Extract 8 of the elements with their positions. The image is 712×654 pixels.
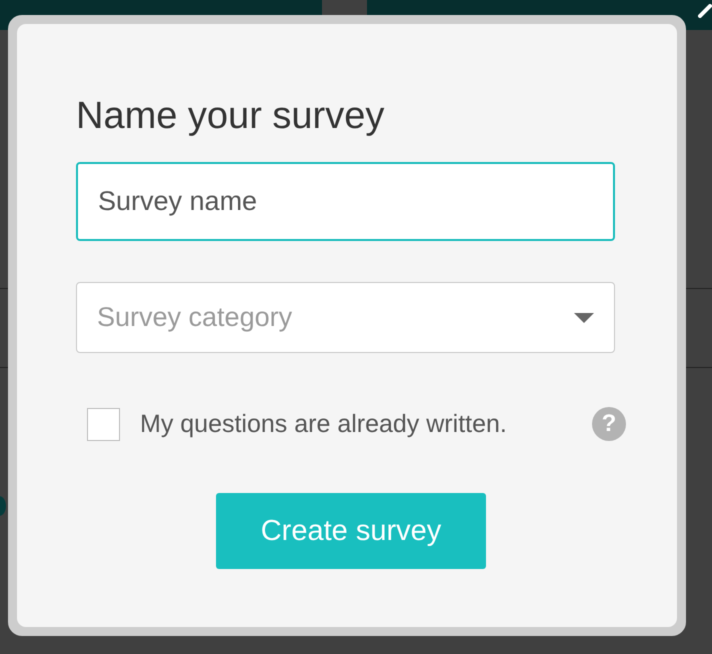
dialog-title: Name your survey bbox=[76, 94, 386, 139]
checkbox[interactable] bbox=[87, 408, 120, 440]
caret-icon bbox=[574, 312, 594, 322]
category-dropdown[interactable]: Survey category bbox=[76, 282, 615, 353]
survey-name-field[interactable]: Survey name bbox=[76, 162, 615, 241]
create-survey-button[interactable]: Create survey bbox=[216, 493, 486, 569]
help-icon[interactable]: ? bbox=[592, 407, 626, 441]
checkbox-label: My questions are already written. bbox=[140, 410, 508, 438]
